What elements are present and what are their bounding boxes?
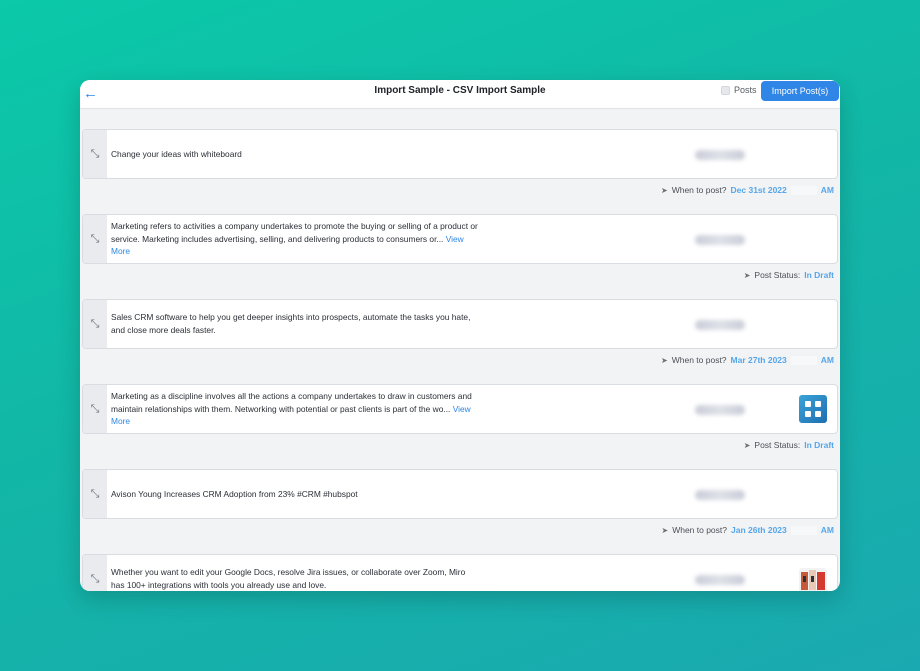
schedule-ampm: AM <box>820 525 834 535</box>
import-posts-button[interactable]: Import Post(s) <box>761 81 839 101</box>
expand-icon[interactable]: ⤡ <box>83 470 107 518</box>
schedule-ampm: AM <box>820 185 834 195</box>
expand-icon[interactable]: ⤡ <box>83 385 107 433</box>
import-dialog: ← Import Sample - CSV Import Sample Post… <box>80 80 840 591</box>
schedule-time-blank <box>790 525 817 535</box>
post-text: Change your ideas with whiteboard <box>111 148 479 161</box>
post-text: Whether you want to edit your Google Doc… <box>111 566 479 591</box>
posts-toggle[interactable]: Posts <box>721 85 757 95</box>
post-text: Marketing as a discipline involves all t… <box>111 390 479 428</box>
post-body: Whether you want to edit your Google Doc… <box>111 567 466 590</box>
post-card[interactable]: ⤡ Sales CRM software to help you get dee… <box>82 299 838 349</box>
post-body: Sales CRM software to help you get deepe… <box>111 312 471 335</box>
schedule-label: When to post? <box>672 525 727 535</box>
post-text: Avison Young Increases CRM Adoption from… <box>111 488 479 501</box>
schedule-date[interactable]: Dec 31st 2022 <box>731 185 787 195</box>
blurred-account <box>695 320 745 330</box>
send-icon: ➤ <box>661 525 669 535</box>
expand-icon[interactable]: ⤡ <box>83 130 107 178</box>
send-icon: ➤ <box>743 270 751 280</box>
post-text: Marketing refers to activities a company… <box>111 220 479 258</box>
schedule-time-blank <box>790 185 817 195</box>
status-label: Post Status: <box>754 440 801 450</box>
schedule-label: When to post? <box>671 185 727 195</box>
schedule-label: When to post? <box>671 355 727 365</box>
schedule-date[interactable]: Mar 27th 2023 <box>731 355 787 365</box>
post-schedule: ➤ When to post? Jan 26th 2023 AM <box>661 523 834 537</box>
expand-icon[interactable]: ⤡ <box>83 215 107 263</box>
status-value[interactable]: In Draft <box>804 440 834 450</box>
posts-label: Posts <box>734 85 757 95</box>
thumbnail-shape <box>805 401 811 407</box>
schedule-date[interactable]: Jan 26th 2023 <box>731 525 787 535</box>
post-card[interactable]: ⤡ Change your ideas with whiteboard <box>82 129 838 179</box>
post-image-thumbnail[interactable] <box>799 395 827 423</box>
send-icon: ➤ <box>661 355 668 365</box>
post-card[interactable]: ⤡ Whether you want to edit your Google D… <box>82 554 838 591</box>
thumbnail-shape <box>815 401 821 407</box>
blurred-account <box>695 150 745 160</box>
post-image-thumbnail[interactable] <box>799 568 827 591</box>
post-status: ➤ Post Status: In Draft <box>744 438 834 452</box>
thumbnail-shape <box>805 411 811 417</box>
post-card[interactable]: ⤡ Avison Young Increases CRM Adoption fr… <box>82 469 838 519</box>
expand-icon[interactable]: ⤡ <box>83 300 107 348</box>
blurred-account <box>695 405 745 415</box>
post-text: Sales CRM software to help you get deepe… <box>111 311 479 336</box>
status-value[interactable]: In Draft <box>804 270 834 280</box>
send-icon: ➤ <box>661 185 668 195</box>
expand-icon[interactable]: ⤡ <box>83 555 107 591</box>
status-label: Post Status: <box>754 270 801 280</box>
post-body: Marketing refers to activities a company… <box>111 221 478 244</box>
blurred-account <box>695 235 745 245</box>
posts-checkbox[interactable] <box>721 85 730 95</box>
post-body: Marketing as a discipline involves all t… <box>111 391 472 414</box>
schedule-ampm: AM <box>820 355 834 365</box>
post-schedule: ➤ When to post? Mar 27th 2023 AM <box>661 353 834 367</box>
post-body: Change your ideas with whiteboard <box>111 149 242 159</box>
post-status: ➤ Post Status: In Draft <box>744 268 834 282</box>
post-card[interactable]: ⤡ Marketing refers to activities a compa… <box>82 214 838 264</box>
send-icon: ➤ <box>743 440 751 450</box>
thumbnail-shape <box>815 411 821 417</box>
thumbnail-collage <box>801 570 825 590</box>
dialog-header: ← Import Sample - CSV Import Sample Post… <box>80 80 840 109</box>
post-body: Avison Young Increases CRM Adoption from… <box>111 489 358 499</box>
post-schedule: ➤ When to post? Dec 31st 2022 AM <box>661 183 834 197</box>
post-card[interactable]: ⤡ Marketing as a discipline involves all… <box>82 384 838 434</box>
blurred-account <box>695 490 745 500</box>
schedule-time-blank <box>790 355 817 365</box>
blurred-account <box>695 575 745 585</box>
